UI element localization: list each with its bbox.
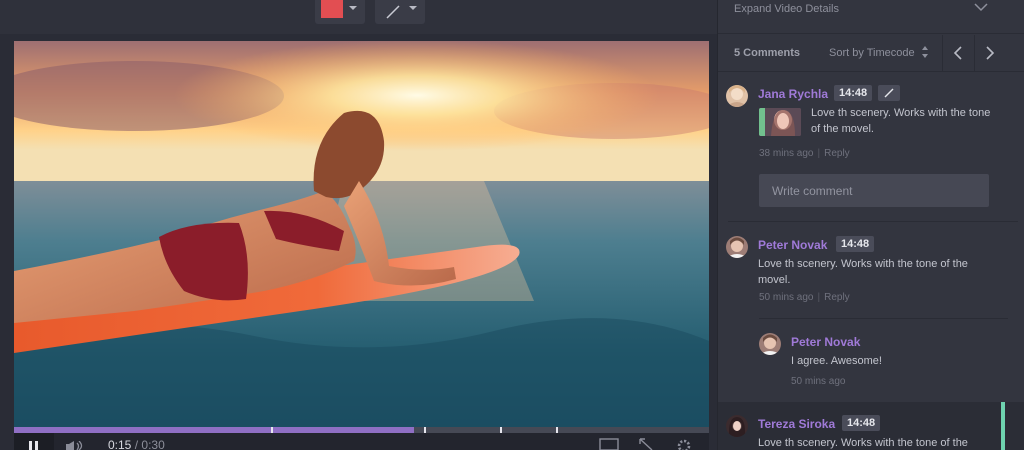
comment-text: Love th scenery. Works with the tone of … — [811, 107, 991, 135]
current-time: 0:15 — [108, 438, 132, 450]
reply-link[interactable]: Reply — [824, 292, 850, 303]
comment-text: I agree. Awesome! — [791, 355, 882, 367]
divider — [728, 221, 1018, 222]
comment-meta: 50 mins ago | Reply — [759, 292, 850, 303]
avatar[interactable] — [726, 415, 748, 437]
brush-icon — [884, 88, 894, 98]
time-separator: / — [134, 438, 139, 450]
drawing-button[interactable] — [878, 85, 900, 101]
comment-author[interactable]: Jana Rychla — [758, 87, 828, 101]
timecode-badge[interactable]: 14:48 — [834, 85, 873, 101]
timecode-badge[interactable]: 14:48 — [836, 236, 875, 252]
fullscreen-icon[interactable] — [599, 438, 619, 450]
comment-author[interactable]: Peter Novak — [791, 335, 860, 349]
avatar[interactable] — [726, 85, 748, 107]
divider — [759, 318, 1008, 319]
active-indicator — [1001, 402, 1005, 450]
play-pause-button[interactable] — [14, 433, 54, 450]
comment-time: 50 mins ago — [759, 292, 814, 303]
comment-meta: 50 mins ago — [791, 376, 845, 387]
duration: 0:30 — [141, 438, 165, 450]
comment-time: 50 mins ago — [791, 376, 846, 387]
color-picker-button[interactable] — [315, 0, 365, 24]
comment-time: 38 mins ago — [759, 148, 814, 159]
player-controls: 0:15 / 0:30 — [14, 433, 709, 450]
color-swatch-icon — [321, 0, 343, 18]
expand-icon[interactable] — [639, 438, 653, 450]
drawing-thumbnail[interactable] — [759, 108, 801, 136]
pause-icon — [29, 441, 32, 450]
avatar[interactable] — [759, 333, 781, 355]
volume-icon[interactable] — [66, 441, 84, 450]
write-comment-input[interactable] — [759, 174, 989, 207]
playback-time: 0:15 / 0:30 — [108, 438, 165, 450]
comment-text: Love th scenery. Works with the tone of … — [758, 258, 968, 286]
line-tool-icon — [386, 5, 400, 19]
reply-link[interactable]: Reply — [824, 148, 850, 159]
comment-author[interactable]: Peter Novak — [758, 238, 827, 252]
annotation-toolbar — [0, 0, 717, 34]
chevron-down-icon — [349, 6, 357, 10]
timecode-badge[interactable]: 14:48 — [842, 415, 881, 431]
comment-meta: 38 mins ago | Reply — [759, 148, 850, 159]
gear-icon[interactable] — [676, 438, 692, 450]
comments-panel: Expand Video Details 5 Comments Sort by … — [717, 0, 1024, 450]
comment-item: Jana Rychla 14:48 Love th scenery. Works… — [718, 0, 1024, 222]
comment-author[interactable]: Tereza Siroka — [758, 417, 835, 431]
video-frame[interactable] — [14, 41, 709, 427]
avatar[interactable] — [726, 236, 748, 258]
video-player: 0:15 / 0:30 — [0, 34, 717, 450]
line-tool-button[interactable] — [375, 0, 425, 24]
pause-icon-bar — [35, 441, 38, 450]
comment-text: Love th scenery. Works with the tone of … — [758, 437, 968, 449]
chevron-down-icon — [409, 6, 417, 10]
video-frame-image — [14, 41, 709, 427]
